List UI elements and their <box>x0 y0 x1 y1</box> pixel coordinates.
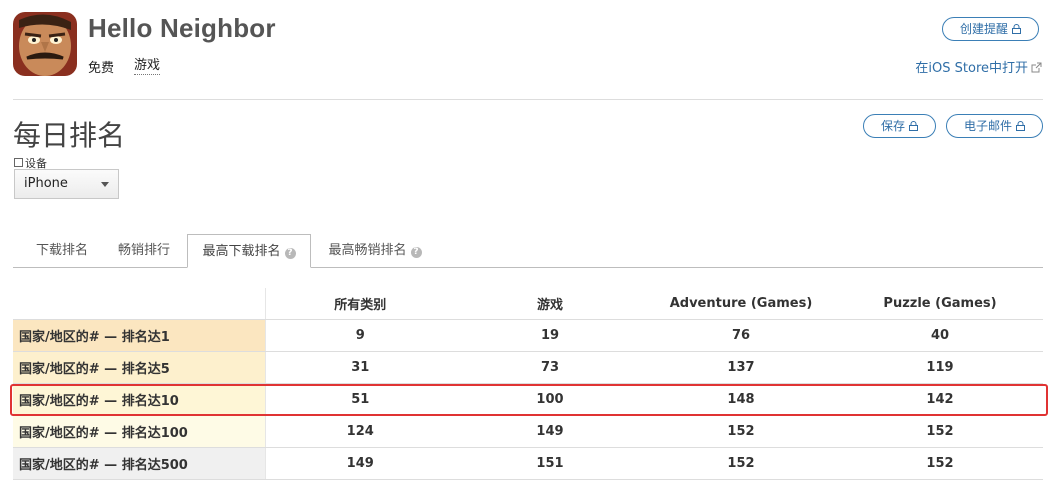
row-label: 国家/地区的# — 排名达10 <box>13 383 266 416</box>
help-icon[interactable]: ? <box>410 247 422 258</box>
column-header: Adventure (Games) <box>645 288 837 320</box>
table-row: 国家/地区的# — 排名达5 31 73 137 119 <box>13 351 1043 384</box>
lock-icon <box>909 121 918 131</box>
table-cell: 51 <box>265 383 455 416</box>
table-cell: 149 <box>265 447 455 480</box>
table-cell: 76 <box>645 319 837 352</box>
tab-downloads[interactable]: 下载排名 <box>22 234 102 268</box>
table-cell: 152 <box>837 447 1043 480</box>
table-row: 国家/地区的# — 排名达100 124 149 152 152 <box>13 415 1043 448</box>
save-label: 保存 <box>880 119 905 133</box>
table-cell: 119 <box>837 351 1043 384</box>
table-cell: 149 <box>455 415 645 448</box>
header-divider <box>13 99 1043 100</box>
rankings-table: 所有类别 游戏 Adventure (Games) Puzzle (Games)… <box>13 288 1043 480</box>
external-link-icon <box>1031 62 1042 73</box>
checkbox-icon <box>14 158 23 167</box>
table-cell: 9 <box>265 319 455 352</box>
open-store-link[interactable]: 在iOS Store中打开 <box>915 57 1042 76</box>
table-cell: 100 <box>455 383 645 416</box>
table-cell: 73 <box>455 351 645 384</box>
tab-grossing-label: 畅销排行 <box>117 243 170 258</box>
tab-downloads-label: 下载排名 <box>35 243 88 258</box>
page-title: 每日排名 <box>13 119 126 152</box>
table-cell: 142 <box>837 383 1043 416</box>
create-alert-button[interactable]: 创建提醒 <box>942 17 1039 41</box>
table-cell: 31 <box>265 351 455 384</box>
tab-top-downloads[interactable]: 最高下载排名? <box>187 234 311 268</box>
tab-top-grossing-label: 最高畅销排名 <box>328 243 407 258</box>
device-select-value: iPhone <box>24 176 68 191</box>
table-row: 国家/地区的# — 排名达1 9 19 76 40 <box>13 319 1043 352</box>
row-label: 国家/地区的# — 排名达500 <box>13 447 266 480</box>
price-label: 免费 <box>88 61 115 76</box>
table-cell: 40 <box>837 319 1043 352</box>
lock-icon <box>1012 24 1021 34</box>
row-label: 国家/地区的# — 排名达5 <box>13 351 266 384</box>
table-header-row: 所有类别 游戏 Adventure (Games) Puzzle (Games) <box>13 288 1043 320</box>
table-cell: 148 <box>645 383 837 416</box>
tab-top-downloads-label: 最高下载排名 <box>202 244 281 259</box>
table-cell: 124 <box>265 415 455 448</box>
table-cell: 152 <box>837 415 1043 448</box>
help-icon[interactable]: ? <box>284 248 296 259</box>
open-store-label: 在iOS Store中打开 <box>915 61 1028 76</box>
lock-icon <box>1016 121 1025 131</box>
chevron-down-icon <box>101 182 109 187</box>
table-row: 国家/地区的# — 排名达500 149 151 152 152 <box>13 447 1043 480</box>
save-button[interactable]: 保存 <box>863 114 936 138</box>
email-label: 电子邮件 <box>963 119 1012 133</box>
device-select[interactable]: iPhone <box>14 169 119 199</box>
app-icon <box>13 12 77 76</box>
row-label: 国家/地区的# — 排名达100 <box>13 415 266 448</box>
create-alert-label: 创建提醒 <box>959 22 1008 36</box>
table-row: 国家/地区的# — 排名达10 51 100 148 142 <box>13 383 1043 416</box>
category-link[interactable]: 游戏 <box>134 57 161 75</box>
table-cell: 137 <box>645 351 837 384</box>
column-header: Puzzle (Games) <box>837 288 1043 320</box>
column-header: 游戏 <box>455 288 645 320</box>
email-button[interactable]: 电子邮件 <box>946 114 1043 138</box>
table-cell: 151 <box>455 447 645 480</box>
table-corner <box>13 288 266 320</box>
row-label: 国家/地区的# — 排名达1 <box>13 319 266 352</box>
table-cell: 152 <box>645 447 837 480</box>
app-title: Hello Neighbor <box>88 13 276 43</box>
column-header: 所有类别 <box>265 288 455 320</box>
table-cell: 19 <box>455 319 645 352</box>
tab-grossing[interactable]: 畅销排行 <box>104 234 184 268</box>
table-cell: 152 <box>645 415 837 448</box>
tab-top-grossing[interactable]: 最高畅销排名? <box>315 234 435 268</box>
